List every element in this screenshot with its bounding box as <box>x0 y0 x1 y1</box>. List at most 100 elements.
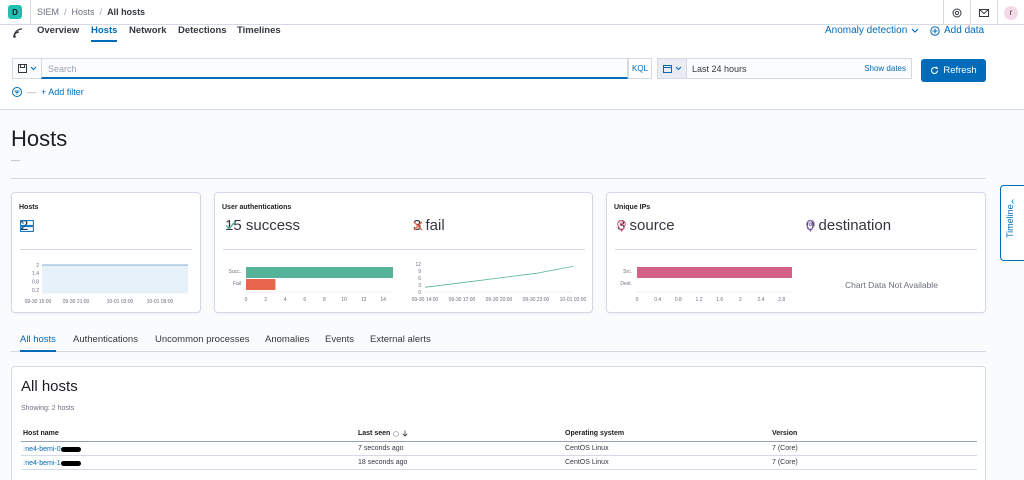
save-icon <box>17 64 27 73</box>
column-header-operating-system[interactable]: Operating system <box>565 430 624 437</box>
nav-tab-hosts[interactable]: Hosts <box>91 25 118 42</box>
card-divider <box>20 249 192 250</box>
help-button[interactable] <box>943 0 970 25</box>
refresh-label: Refresh <box>943 65 977 76</box>
filter-options-button[interactable] <box>12 87 22 97</box>
category-label: Src. <box>623 269 632 275</box>
breadcrumb: SIEM / Hosts / All hosts <box>37 7 145 17</box>
category-label: Succ. <box>228 269 241 275</box>
version-value: 7 (Core) <box>772 459 798 466</box>
table-row: ⁝ne4-bemi-1 18 seconds ago CentOS Linux … <box>21 456 977 470</box>
date-range-label: Last 24 hours <box>692 63 747 74</box>
hosts-tabs: All hosts Authentications Uncommon proce… <box>11 330 986 352</box>
chevron-down-icon <box>675 66 681 71</box>
y-tick-label: 6 <box>418 276 421 282</box>
tab-events[interactable]: Events <box>325 334 354 350</box>
nav-tab-detections[interactable]: Detections <box>178 25 227 40</box>
check-icon <box>225 221 236 230</box>
add-data-button[interactable]: Add data <box>930 25 984 36</box>
host-name-link[interactable]: ⁝ne4-bemi-0 <box>23 445 81 453</box>
y-tick-label: 0.8 <box>32 280 39 286</box>
map-pin-icon <box>806 219 815 232</box>
auth-success-value: 15 success <box>225 217 301 234</box>
siem-app-icon[interactable] <box>11 26 25 40</box>
x-tick-label: 12 <box>361 297 367 303</box>
x-tick-label: 10-01 02:00 <box>560 297 587 303</box>
tab-all-hosts[interactable]: All hosts <box>20 334 56 352</box>
hosts-kpi-card: Hosts 2 2 1.4 0.8 0.2 09-30 15:00 09-30 21:00… <box>11 192 201 313</box>
x-tick-label: 09-30 23:00 <box>523 297 550 303</box>
tab-authentications[interactable]: Authentications <box>73 334 138 350</box>
x-tick-label: 6 <box>303 297 306 303</box>
quick-date-picker[interactable] <box>657 58 687 79</box>
redacted-mark <box>60 460 81 466</box>
space-logo[interactable]: D <box>8 5 22 19</box>
bar-succ <box>246 267 393 278</box>
top-bar: D SIEM / Hosts / All hosts r <box>0 0 1024 25</box>
x-tick-label: 14 <box>380 297 386 303</box>
header-divider <box>11 178 986 179</box>
breadcrumb-siem[interactable]: SIEM <box>37 7 59 17</box>
tab-anomalies[interactable]: Anomalies <box>265 334 309 350</box>
anomaly-detection-button[interactable]: Anomaly detection <box>825 25 919 36</box>
chevron-down-icon <box>30 66 36 71</box>
destination-ip-stat: 0 destination <box>806 217 891 234</box>
card-divider <box>615 249 977 250</box>
breadcrumb-hosts[interactable]: Hosts <box>72 7 95 17</box>
x-tick-label: 0 <box>636 297 639 303</box>
column-header-version[interactable]: Version <box>772 430 797 437</box>
hosts-icon <box>20 219 34 232</box>
auth-bar-chart: Succ. Fail 0 2 4 6 8 10 12 14 <box>228 267 393 303</box>
nav-tab-network[interactable]: Network <box>129 25 166 40</box>
cross-icon <box>413 221 423 230</box>
refresh-icon <box>931 66 939 74</box>
x-tick-label: 09-30 21:00 <box>63 299 90 305</box>
bar-src <box>637 267 792 278</box>
x-tick-label: 10-01 09:00 <box>147 299 174 305</box>
show-dates-button[interactable]: Show dates <box>864 64 906 73</box>
category-label: Dest. <box>620 281 632 287</box>
tab-external-alerts[interactable]: External alerts <box>370 334 431 350</box>
add-filter-button[interactable]: + Add filter <box>41 87 84 97</box>
x-tick-label: 2 <box>739 297 742 303</box>
nav-tab-timelines[interactable]: Timelines <box>237 25 281 40</box>
x-tick-label: 0.4 <box>654 297 661 303</box>
series-area <box>42 265 188 293</box>
tab-uncommon-processes[interactable]: Uncommon processes <box>155 334 250 350</box>
auth-line-chart: 12963009-30 14:00 09-30 17:00 09-30 20:00 0… <box>412 262 587 303</box>
timeline-flyout-button[interactable]: ‹ Timeline <box>1000 185 1024 261</box>
filter-bar: — + Add filter <box>12 87 84 97</box>
kql-button[interactable]: KQL <box>628 58 652 79</box>
saved-query-button[interactable] <box>12 58 41 79</box>
timeline-label: Timeline <box>1005 204 1015 238</box>
chart-not-available: Chart Data Not Available <box>845 280 938 290</box>
chevron-down-icon <box>911 28 919 33</box>
x-tick-label: 1.2 <box>696 297 703 303</box>
auth-fail-stat: 3 fail <box>413 217 445 234</box>
search-input[interactable]: Search <box>41 58 628 79</box>
ips-bar-chart: Src. Dest. 0 0.4 0.8 1.2 1.6 2 2.4 2.8 <box>620 267 792 303</box>
page-subtitle: — <box>11 155 20 165</box>
host-name: ne4-bemi-0 <box>25 446 61 453</box>
host-name-link[interactable]: ⁝ne4-bemi-1 <box>23 459 81 467</box>
x-tick-label: 09-30 15:00 <box>25 299 52 305</box>
news-button[interactable] <box>970 0 997 25</box>
breadcrumb-current: All hosts <box>107 7 146 17</box>
y-tick-label: 12 <box>415 262 421 268</box>
nav-tab-overview[interactable]: Overview <box>37 25 79 40</box>
plus-circle-icon <box>930 25 940 36</box>
source-ip-stat: 3 source <box>617 217 675 234</box>
refresh-button[interactable]: Refresh <box>921 59 986 82</box>
y-tick-label: 9 <box>418 269 421 275</box>
header-actions: r <box>943 0 1024 25</box>
auth-success-stat: 15 success <box>225 217 300 234</box>
destination-ip-value: 0 destination <box>806 217 892 234</box>
card-title: User authentications <box>222 204 292 211</box>
unique-ips-kpi-card: Unique IPs 3 source 0 destination Src. De… <box>606 192 986 313</box>
column-header-host-name[interactable]: Host name <box>23 430 59 437</box>
user-menu-button[interactable]: r <box>997 0 1024 25</box>
x-tick-label: 2.8 <box>778 297 785 303</box>
date-range-display[interactable]: Last 24 hours Show dates <box>687 58 912 79</box>
y-tick-label: 0 <box>418 290 421 296</box>
column-header-last-seen[interactable]: Last seen <box>358 430 408 437</box>
